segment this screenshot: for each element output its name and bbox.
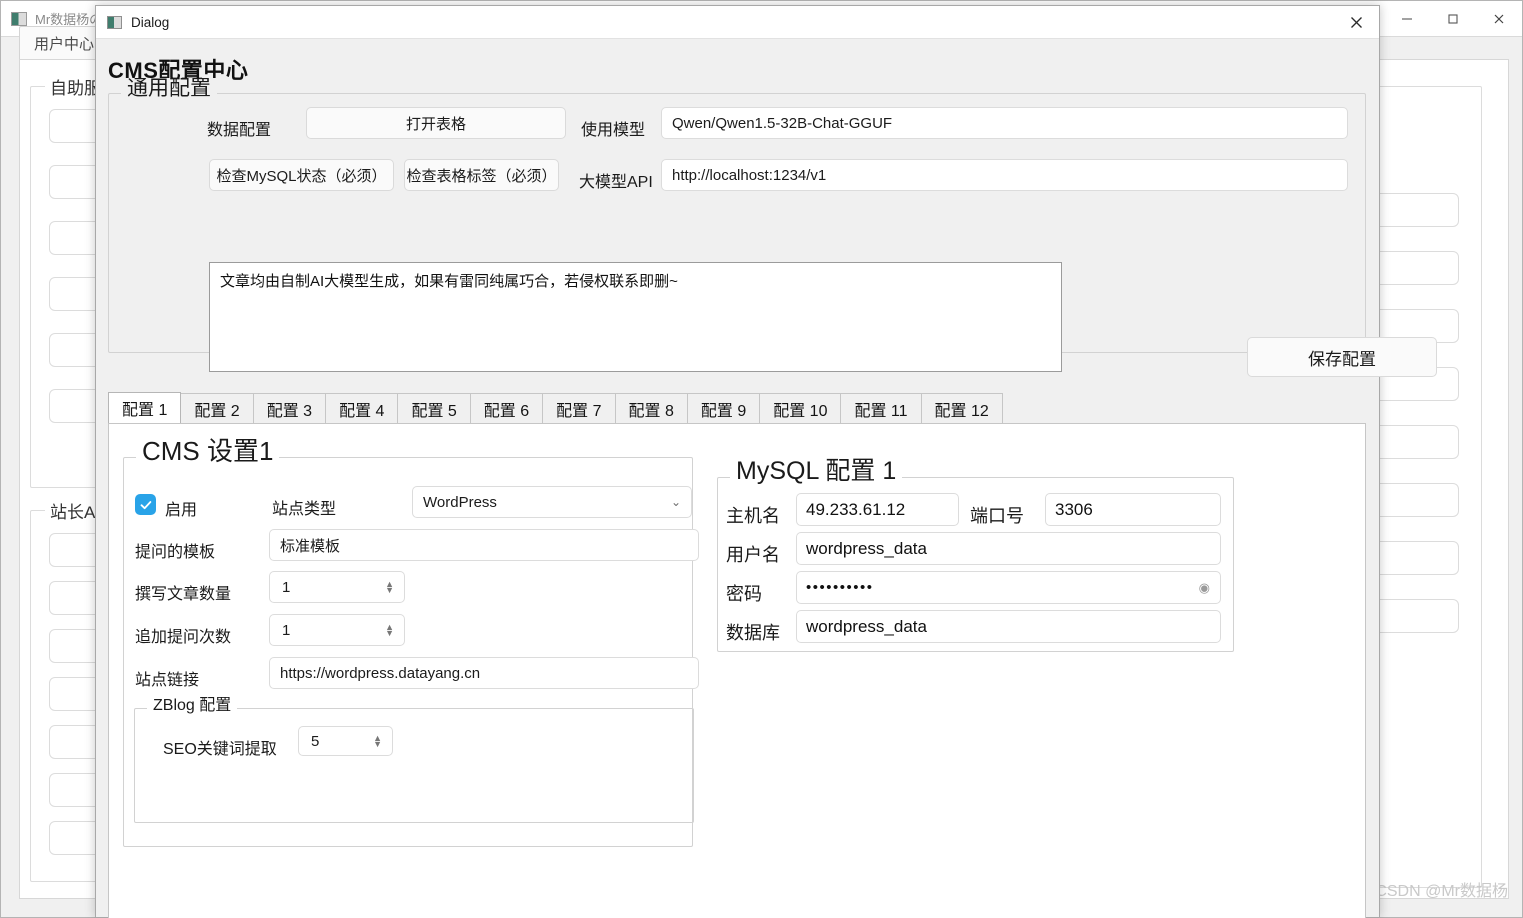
mysql-user-input[interactable]: wordpress_data [796, 532, 1221, 565]
mysql-password-value: •••••••••• [806, 579, 874, 596]
site-type-select[interactable]: WordPress ⌄ [412, 486, 692, 518]
dialog-close-icon[interactable] [1333, 6, 1379, 39]
tab-config-4[interactable]: 配置 4 [325, 393, 399, 423]
zblog-config-title: ZBlog 配置 [147, 698, 238, 714]
config-tab-panel: CMS 设置1 启用 站点类型 WordPress ⌄ 提问的模板 标准模板 撰… [108, 423, 1366, 918]
mysql-port-input[interactable]: 3306 [1045, 493, 1221, 526]
tab-config-6[interactable]: 配置 6 [469, 393, 544, 423]
seo-keyword-spinbox[interactable]: 5 ▲ ▼ [298, 726, 393, 756]
maximize-icon[interactable] [1430, 1, 1476, 37]
article-count-value: 1 [282, 578, 291, 596]
seo-keyword-label: SEO关键词提取 [163, 741, 277, 758]
tab-config-12[interactable]: 配置 12 [920, 393, 1003, 423]
model-input[interactable]: Qwen/Qwen1.5-32B-Chat-GGUF [661, 107, 1348, 139]
tab-config-10[interactable]: 配置 10 [759, 393, 842, 423]
app-icon [11, 11, 27, 26]
article-count-label: 撰写文章数量 [135, 586, 232, 603]
site-type-label: 站点类型 [272, 501, 337, 518]
dialog-title: Dialog [131, 14, 170, 30]
site-link-input[interactable]: https://wordpress.datayang.cn [269, 657, 699, 689]
screen-root: Mr数据杨の 用户中心 自助服务 站长API CSDN @Mr数据杨 Dialo… [0, 0, 1523, 918]
tab-config-5[interactable]: 配置 5 [397, 393, 471, 423]
tab-config-3[interactable]: 配置 3 [252, 393, 327, 423]
cms-config-dialog: Dialog CMS配置中心 通用配置 数据配置 打开表格 使用模型 Qwen/… [95, 5, 1437, 918]
dialog-titlebar: Dialog [96, 6, 1379, 39]
spinner-arrows-icon[interactable]: ▲ ▼ [373, 734, 382, 749]
mysql-database-input[interactable]: wordpress_data [796, 610, 1221, 643]
save-config-button[interactable]: 保存配置 [1247, 337, 1437, 377]
mysql-config-group: MySQL 配置 1 主机名 49.233.61.12 端口号 3306 用户名… [717, 459, 1234, 652]
followup-count-label: 追加提问次数 [135, 629, 232, 646]
general-config-title: 通用配置 [121, 78, 217, 99]
cms-enable-label: 启用 [165, 502, 198, 519]
chevron-down-icon: ⌄ [670, 495, 681, 509]
background-window-controls [1384, 1, 1522, 37]
tab-config-11[interactable]: 配置 11 [840, 393, 922, 423]
tab-config-2[interactable]: 配置 2 [180, 393, 254, 423]
tab-config-9[interactable]: 配置 9 [686, 393, 761, 423]
close-icon[interactable] [1476, 1, 1522, 37]
zblog-config-group: ZBlog 配置 SEO关键词提取 5 ▲ ▼ [134, 698, 694, 823]
general-config-group: 通用配置 数据配置 打开表格 使用模型 Qwen/Qwen1.5-32B-Cha… [108, 78, 1437, 377]
article-count-spinbox[interactable]: 1 ▲ ▼ [269, 571, 405, 603]
open-table-button[interactable]: 打开表格 [306, 107, 566, 139]
tab-config-8[interactable]: 配置 8 [614, 393, 688, 423]
mysql-user-label: 用户名 [726, 545, 780, 565]
site-type-value: WordPress [423, 493, 497, 511]
mysql-password-label: 密码 [726, 584, 762, 604]
seo-keyword-value: 5 [311, 732, 320, 750]
minimize-icon[interactable] [1384, 1, 1430, 37]
llm-api-input[interactable]: http://localhost:1234/v1 [661, 159, 1348, 191]
spinner-arrows-icon[interactable]: ▲ ▼ [385, 623, 394, 638]
dialog-app-icon [107, 15, 122, 29]
data-config-label: 数据配置 [207, 122, 272, 139]
mysql-host-input[interactable]: 49.233.61.12 [796, 493, 959, 526]
notes-textarea[interactable]: 文章均由自制AI大模型生成，如果有雷同纯属巧合，若侵权联系即删~ [209, 262, 1062, 372]
mysql-database-label: 数据库 [726, 623, 780, 643]
cms-enable-checkbox[interactable] [135, 494, 156, 515]
use-model-label: 使用模型 [581, 122, 646, 139]
spinner-arrows-icon[interactable]: ▲ ▼ [385, 580, 394, 595]
llm-api-label: 大模型API [579, 174, 653, 191]
prompt-template-input[interactable]: 标准模板 [269, 529, 699, 561]
eye-icon[interactable]: ◉ [1199, 580, 1210, 596]
tab-config-7[interactable]: 配置 7 [542, 393, 616, 423]
check-mysql-status-button[interactable]: 检查MySQL状态（必须） [209, 159, 394, 191]
cms-settings-title: CMS 设置1 [136, 438, 280, 464]
cms-settings-group: CMS 设置1 启用 站点类型 WordPress ⌄ 提问的模板 标准模板 撰… [123, 438, 699, 847]
mysql-password-input[interactable]: •••••••••• ◉ [796, 571, 1221, 604]
check-table-label-button[interactable]: 检查表格标签（必须） [404, 159, 559, 191]
mysql-host-label: 主机名 [726, 506, 780, 526]
mysql-port-label: 端口号 [970, 506, 1024, 526]
site-link-label: 站点链接 [135, 672, 200, 689]
prompt-template-label: 提问的模板 [135, 544, 216, 561]
csdn-watermark: CSDN @Mr数据杨 [1375, 883, 1508, 900]
followup-count-value: 1 [282, 621, 291, 639]
mysql-config-title: MySQL 配置 1 [730, 459, 903, 484]
config-tab-strip: 配置 1 配置 2 配置 3 配置 4 配置 5 配置 6 配置 7 配置 8 … [108, 392, 1003, 423]
followup-count-spinbox[interactable]: 1 ▲ ▼ [269, 614, 405, 646]
tab-config-1[interactable]: 配置 1 [108, 392, 182, 423]
